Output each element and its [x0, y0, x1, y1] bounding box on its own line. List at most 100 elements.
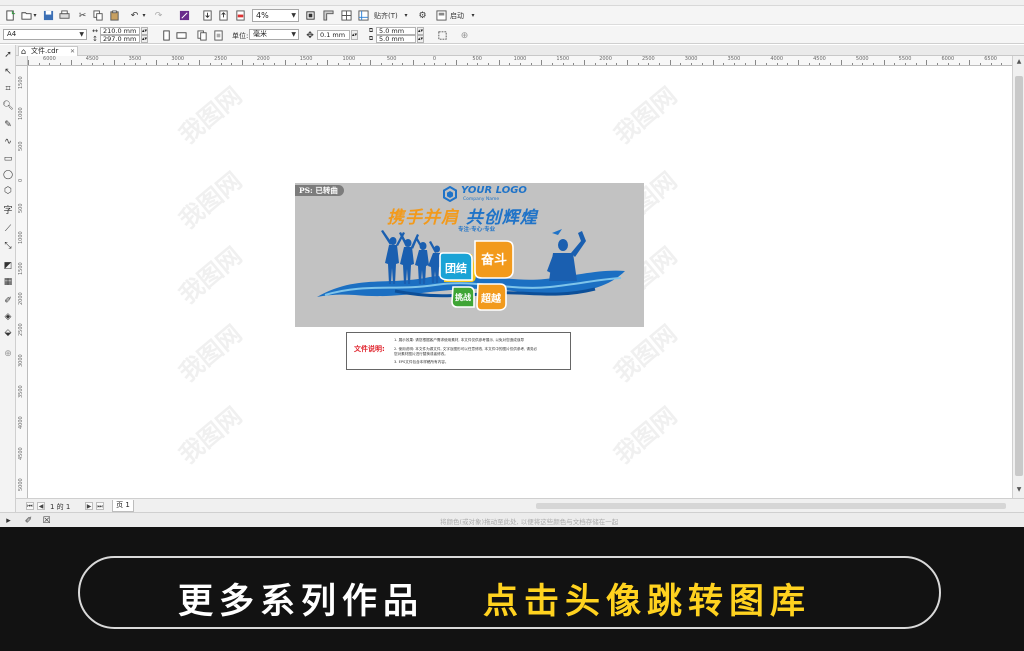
application-launcher-button[interactable]: 启动 [450, 9, 472, 22]
pick-tool-icon[interactable]: ➚ [2, 49, 14, 61]
show-rulers-icon[interactable] [322, 9, 335, 22]
interactive-fill-icon[interactable]: ◈ [2, 311, 14, 323]
badge-challenge: 挑战 [455, 293, 471, 302]
ruler-tick [947, 63, 949, 65]
ruler-tick [241, 60, 243, 65]
ruler-tick [712, 60, 714, 65]
duplicate-y-stepper[interactable]: ▴▾ [417, 35, 424, 43]
snap-dropdown-icon[interactable]: ▾ [403, 9, 409, 22]
ruler-label: 2000 [18, 292, 24, 306]
print-icon[interactable] [58, 9, 71, 22]
options-gear-icon[interactable]: ⚙ [416, 9, 429, 22]
corel-connect-icon[interactable] [178, 9, 191, 22]
no-color-swatch-icon[interactable]: ☒ [40, 514, 53, 527]
page-width-stepper[interactable]: ▴▾ [141, 27, 148, 35]
export-icon[interactable] [217, 9, 230, 22]
artistic-media-icon[interactable]: ∿ [2, 136, 14, 148]
import-icon[interactable] [201, 9, 214, 22]
ruler-label: 3000 [18, 354, 24, 368]
first-page-icon[interactable]: ⏮ [26, 502, 34, 510]
redo-icon[interactable]: ↷ [152, 9, 165, 22]
full-screen-icon[interactable] [304, 9, 317, 22]
portrait-icon[interactable] [160, 29, 173, 42]
rectangle-tool-icon[interactable]: ▭ [2, 153, 14, 165]
duplicate-x-stepper[interactable]: ▴▾ [417, 27, 424, 35]
text-tool-icon[interactable]: 字 [2, 203, 14, 216]
page-height-field[interactable]: 297.0 mm [100, 35, 140, 43]
horizontal-ruler[interactable]: 6000 4500 3500 3000 2500 2000 1500 1000 500 0 500 1… [28, 56, 1012, 66]
prev-page-icon[interactable]: ◀ [37, 502, 45, 510]
current-page-icon[interactable] [212, 29, 225, 42]
promo-click-avatar[interactable]: 点击头像跳转图库 [483, 573, 811, 624]
undo-dropdown-icon[interactable]: ▾ [141, 9, 147, 22]
shape-tool-icon[interactable]: ↖ [2, 66, 14, 78]
culture-wall-artwork[interactable]: PS: 已转曲 YOUR LOGO Company Name 携手并肩 共创辉煌… [295, 183, 644, 327]
vertical-scroll-thumb[interactable] [1015, 76, 1023, 476]
document-palette-icon[interactable]: ▸ [2, 514, 15, 527]
ruler-tick [766, 63, 767, 65]
cut-icon[interactable]: ✂ [76, 9, 89, 22]
palette-hint: 将颜色(或对象)拖动至此处, 以便将这些颜色与文档存储在一起 [440, 518, 619, 526]
eyedropper-icon[interactable]: ✐ [2, 295, 14, 307]
page-tab[interactable]: 页 1 [112, 500, 134, 512]
width-icon: ↔ [92, 27, 98, 35]
open-dropdown-icon[interactable]: ▾ [32, 9, 38, 22]
slogan-orange: 携手并肩 [387, 208, 459, 228]
ruler-tick [830, 63, 832, 65]
next-page-icon[interactable]: ▶ [85, 502, 93, 510]
crop-tool-icon[interactable]: ⌗ [2, 83, 14, 95]
all-pages-icon[interactable] [196, 29, 209, 42]
vertical-ruler[interactable]: 1500 1000 500 0 500 1000 1500 2000 2500 3000 3500 4… [16, 66, 28, 498]
nudge-stepper[interactable]: ▴▾ [351, 30, 358, 40]
bleed-icon[interactable] [436, 29, 449, 42]
last-page-icon[interactable]: ⏭ [96, 502, 104, 510]
nudge-icon: ✥ [306, 30, 314, 41]
file-notes-box[interactable]: 文件说明: 1. 展示效果: 请您根据客户需求使用素材, 本文件仅供参考展示, … [346, 332, 571, 370]
show-grid-icon[interactable] [340, 9, 353, 22]
ruler-tick [274, 63, 275, 65]
launcher-dropdown-icon[interactable]: ▾ [470, 9, 476, 22]
vertical-scrollbar[interactable]: ▲ ▼ [1012, 56, 1024, 498]
connector-tool-icon[interactable]: ⤡ [2, 240, 14, 252]
transparency-tool-icon[interactable]: ▦ [2, 276, 14, 288]
close-icon[interactable]: ✕ [70, 47, 75, 56]
drawing-canvas[interactable]: 我图网 我图网 我图网 我图网 我图网 我图网 我图网 我图网 我图网 我图网 [28, 66, 1012, 498]
ruler-tick [541, 60, 543, 65]
page-width-field[interactable]: 210.0 mm [100, 27, 140, 35]
units-combo[interactable]: 毫米 ▼ [249, 29, 299, 40]
ruler-origin[interactable] [16, 56, 28, 66]
scroll-up-icon[interactable]: ▲ [1014, 58, 1024, 66]
document-tab[interactable]: ⌂ 文件.cdr ✕ [18, 46, 78, 56]
freehand-tool-icon[interactable]: ✎ [2, 119, 14, 131]
publish-pdf-icon[interactable] [234, 9, 247, 22]
ruler-label: 1500 [556, 56, 570, 62]
add-tool-icon[interactable]: ⊕ [2, 348, 14, 360]
zoom-tool-icon[interactable]: 🔍︎ [2, 100, 14, 112]
new-document-icon[interactable] [4, 9, 17, 22]
parallel-dimension-icon[interactable]: ⟋ [2, 223, 14, 235]
ruler-tick [787, 63, 789, 65]
add-preset-icon[interactable]: ⊕ [458, 29, 471, 42]
scroll-down-icon[interactable]: ▼ [1014, 486, 1024, 494]
polygon-tool-icon[interactable]: ⬡ [2, 185, 14, 197]
zoom-level-combo[interactable]: 4% ▼ [252, 9, 299, 22]
paste-icon[interactable] [108, 9, 121, 22]
smart-fill-icon[interactable]: ⬙ [2, 327, 14, 339]
home-icon[interactable]: ⌂ [21, 47, 26, 56]
drop-shadow-icon[interactable]: ◩ [2, 260, 14, 272]
eyedropper-icon[interactable]: ✐ [22, 514, 35, 527]
duplicate-y-field[interactable]: 5.0 mm [376, 35, 416, 43]
application-launcher-icon[interactable] [435, 9, 448, 22]
ellipse-tool-icon[interactable]: ◯ [2, 169, 14, 181]
copy-icon[interactable] [92, 9, 105, 22]
page-size-combo[interactable]: A4 ▼ [3, 29, 87, 40]
show-guidelines-icon[interactable] [357, 9, 370, 22]
ruler-tick [840, 60, 842, 65]
landscape-icon[interactable] [175, 29, 188, 42]
horizontal-scrollbar[interactable] [536, 503, 1006, 509]
page-height-stepper[interactable]: ▴▾ [141, 35, 148, 43]
save-icon[interactable] [42, 9, 55, 22]
duplicate-x-field[interactable]: 5.0 mm [376, 27, 416, 35]
undo-icon[interactable]: ↶ [128, 9, 141, 22]
nudge-distance-field[interactable]: 0.1 mm [317, 30, 350, 40]
